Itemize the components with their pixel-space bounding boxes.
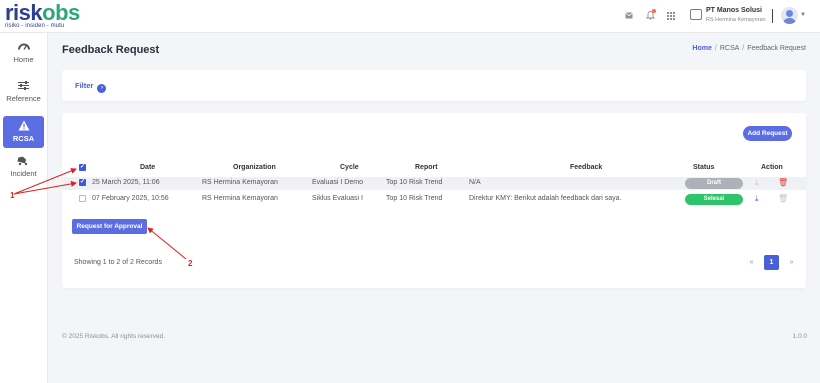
download-icon: ⤓ bbox=[755, 178, 759, 187]
breadcrumb-rcsa[interactable]: RCSA bbox=[720, 45, 739, 52]
sidebar: Home Reference RCSA Incident bbox=[0, 33, 48, 383]
sidebar-item-home[interactable]: Home bbox=[3, 41, 44, 64]
pagination: « 1 » bbox=[744, 255, 799, 270]
row-cycle: Siklus Evaluasi I bbox=[312, 195, 363, 202]
status-badge: Draft bbox=[685, 178, 743, 189]
org-subtitle: RS Hermina Kemayoran bbox=[706, 17, 766, 23]
row-feedback: N/A bbox=[469, 179, 481, 186]
header-divider bbox=[772, 9, 773, 23]
row-date: 07 February 2025, 10:56 bbox=[92, 195, 169, 202]
pagination-page[interactable]: 1 bbox=[764, 255, 779, 270]
mail-icon[interactable] bbox=[625, 12, 633, 19]
breadcrumb: Home / RCSA / Feedback Request bbox=[692, 45, 806, 52]
logo-obs: obs bbox=[42, 0, 80, 25]
car-crash-icon bbox=[17, 156, 28, 166]
trash-icon[interactable]: 🗑 bbox=[778, 178, 788, 187]
column-action: Action bbox=[761, 164, 783, 171]
sliders-icon bbox=[18, 81, 29, 90]
row-report: Top 10 Risk Trend bbox=[386, 195, 443, 202]
org-name[interactable]: PT Manos Solusi bbox=[706, 7, 762, 14]
top-bar: riskobs risiko - insiden - mutu PT Manos… bbox=[0, 0, 820, 33]
row-report: Top 10 Risk Trend bbox=[386, 179, 443, 186]
breadcrumb-current: Feedback Request bbox=[747, 45, 806, 52]
breadcrumb-separator: / bbox=[714, 45, 717, 52]
row-feedback: Direktur KMY: Berikut adalah feedback da… bbox=[469, 195, 622, 202]
feedback-request-card: Add Request Date Organization Cycle Repo… bbox=[62, 113, 806, 288]
organization-switch-icon[interactable] bbox=[690, 9, 702, 20]
column-cycle: Cycle bbox=[340, 164, 359, 171]
breadcrumb-home[interactable]: Home bbox=[692, 45, 711, 52]
row-checkbox[interactable] bbox=[79, 178, 86, 186]
row-checkbox[interactable] bbox=[79, 195, 86, 202]
sidebar-item-incident[interactable]: Incident bbox=[3, 155, 44, 178]
download-icon[interactable]: ⤓ bbox=[755, 194, 759, 204]
page-title: Feedback Request bbox=[62, 44, 160, 56]
pagination-prev[interactable]: « bbox=[744, 255, 759, 270]
table-header: Date Organization Cycle Report Feedback … bbox=[62, 162, 806, 174]
footer-copyright: © 2025 Riskobs. All rights reserved. bbox=[62, 333, 166, 340]
column-status: Status bbox=[693, 164, 715, 171]
sidebar-item-label: Reference bbox=[6, 94, 41, 103]
column-feedback: Feedback bbox=[570, 164, 603, 171]
trash-icon: 🗑 bbox=[778, 194, 789, 203]
row-date: 25 March 2025, 11:06 bbox=[92, 179, 160, 186]
sidebar-item-label: RCSA bbox=[12, 134, 35, 143]
row-organization: RS Hermina Kemayoran bbox=[202, 195, 278, 202]
breadcrumb-separator: / bbox=[742, 45, 745, 52]
records-summary: Showing 1 to 2 of 2 Records bbox=[74, 259, 162, 266]
pagination-next[interactable]: » bbox=[784, 255, 799, 270]
column-report: Report bbox=[415, 164, 438, 171]
column-date: Date bbox=[140, 164, 156, 171]
status-badge: Selesai bbox=[685, 194, 743, 205]
dashboard-icon bbox=[17, 43, 30, 50]
chevron-down-icon[interactable]: ▼ bbox=[800, 12, 806, 18]
footer-version: 1.0.0 bbox=[792, 333, 807, 340]
apps-grid-icon[interactable] bbox=[667, 12, 675, 20]
annotation-number: 1 bbox=[10, 191, 15, 200]
avatar[interactable] bbox=[781, 7, 798, 24]
sidebar-item-label: Home bbox=[13, 55, 34, 64]
sidebar-item-rcsa[interactable]: RCSA bbox=[3, 116, 44, 148]
logo-risk: risk bbox=[5, 0, 43, 25]
add-request-button[interactable]: Add Request bbox=[743, 126, 792, 141]
table-row[interactable]: 07 February 2025, 10:56 RS Hermina Kemay… bbox=[62, 193, 806, 206]
warning-icon bbox=[18, 120, 29, 131]
filter-card: Filter › bbox=[62, 70, 806, 101]
row-cycle: Evaluasi I Demo bbox=[312, 179, 363, 186]
notification-dot bbox=[652, 9, 656, 13]
row-organization: RS Hermina Kemayoran bbox=[202, 179, 278, 186]
filter-toggle[interactable]: Filter › bbox=[75, 81, 107, 93]
sidebar-item-reference[interactable]: Reference bbox=[3, 80, 44, 103]
filter-label: Filter bbox=[75, 81, 94, 90]
chevron-right-icon: › bbox=[97, 84, 107, 93]
select-all-checkbox[interactable] bbox=[79, 163, 86, 171]
riskobs-logo[interactable]: riskobs risiko - insiden - mutu bbox=[5, 0, 80, 30]
table-row[interactable]: 25 March 2025, 11:06 RS Hermina Kemayora… bbox=[62, 177, 806, 190]
sidebar-item-label: Incident bbox=[10, 169, 37, 178]
request-for-approval-button[interactable]: Request for Approval bbox=[72, 219, 147, 234]
annotation-number: 2 bbox=[188, 259, 193, 268]
column-organization: Organization bbox=[233, 164, 276, 171]
